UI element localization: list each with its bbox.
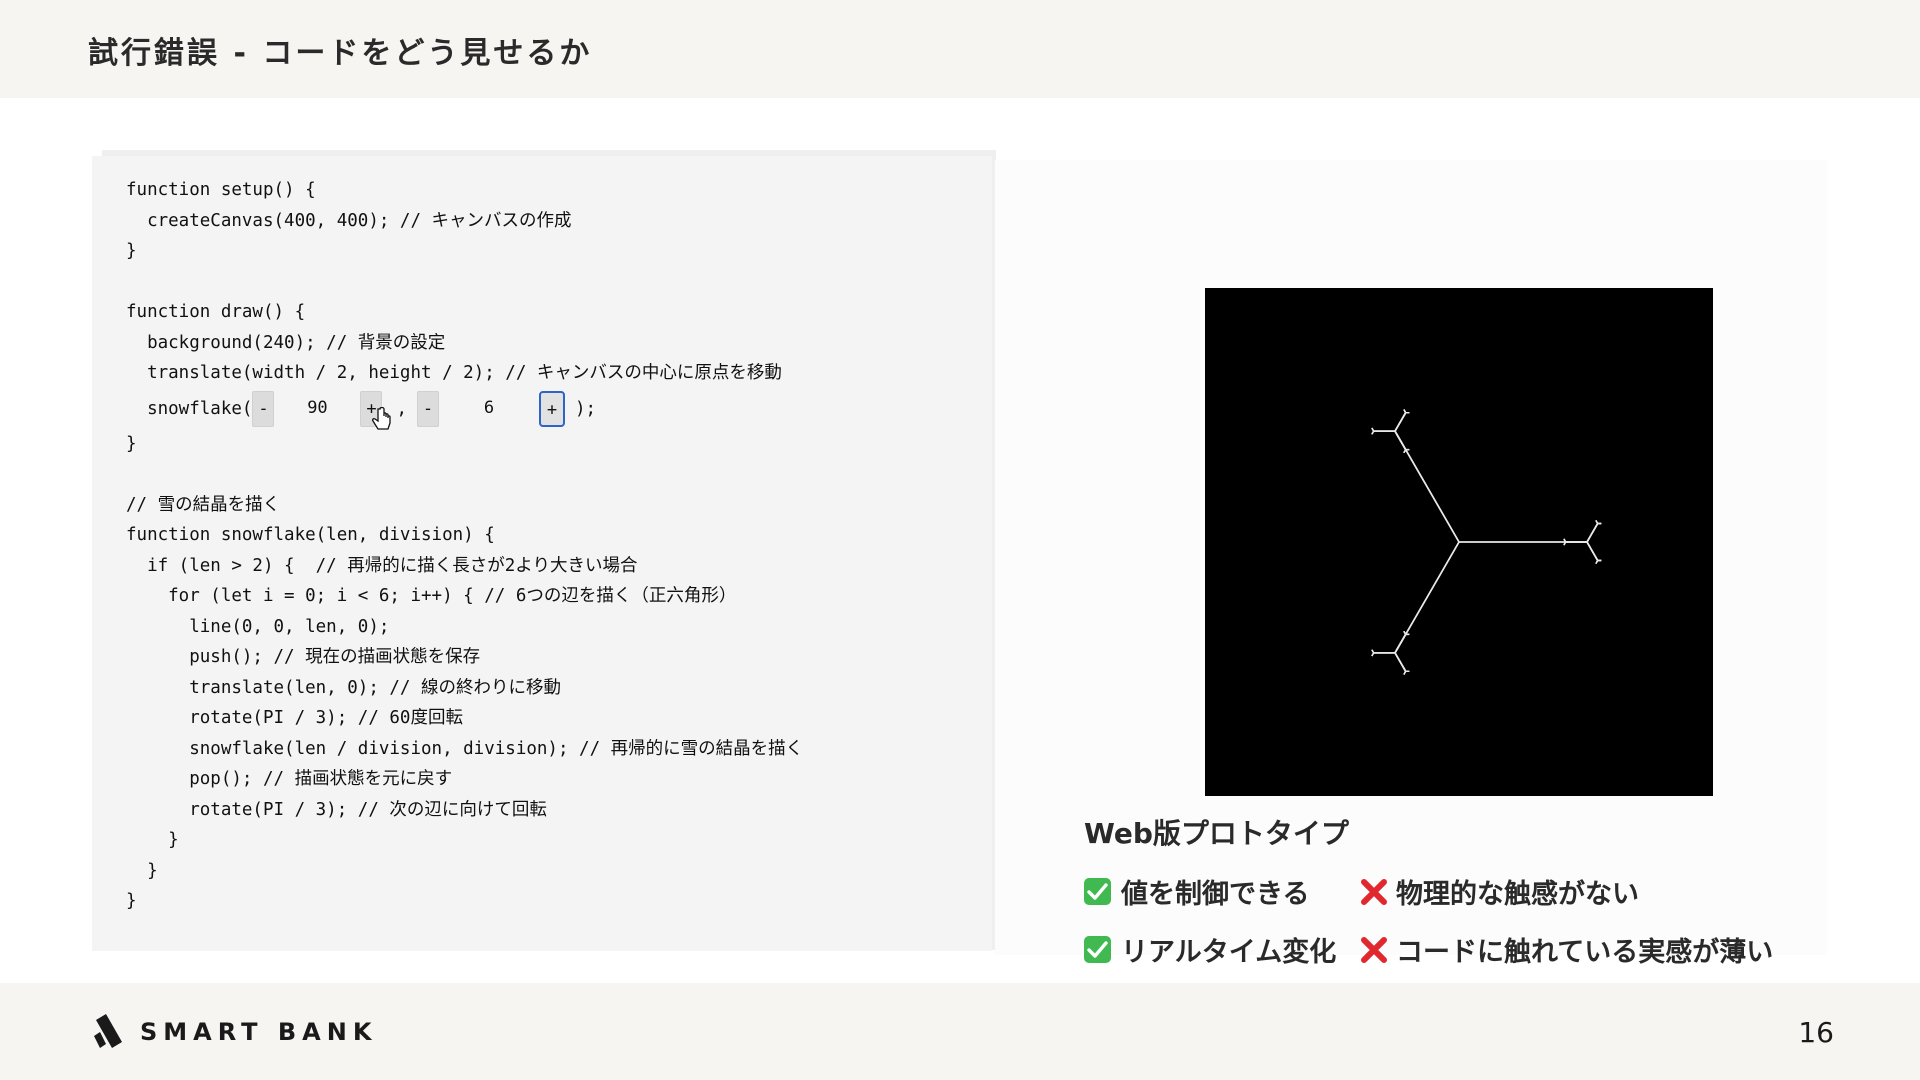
code-line: } — [126, 241, 137, 261]
code-line: } — [126, 860, 158, 881]
code-line: translate(len, 0); // 線の終わりに移動 — [126, 677, 562, 698]
division-increment-button[interactable]: + — [538, 390, 565, 427]
check-mark-icon — [1084, 936, 1111, 963]
code-line: } — [126, 891, 137, 911]
snowflake-call-line: snowflake(-90 +, -6 +); — [126, 389, 992, 430]
snowflake-line — [1371, 652, 1375, 657]
snowflake-line — [1595, 560, 1599, 564]
snowflake-drawing — [1371, 409, 1602, 675]
snowflake-line — [1371, 427, 1375, 432]
con-item: 物理的な触感がない — [1360, 872, 1639, 911]
snowflake-line — [1403, 667, 1407, 672]
code-separator: , — [396, 398, 407, 419]
code-line: rotate(PI / 3); // 次の辺に向けて回転 — [126, 799, 547, 820]
code-line: translate(width / 2, height / 2); // キャン… — [126, 363, 782, 383]
code-line: if (len > 2) { // 再帰的に描く長さが2より大きい場合 — [126, 555, 638, 576]
code-line: background(240); // 背景の設定 — [126, 332, 446, 353]
cross-mark-icon — [1360, 936, 1388, 964]
code-line: snowflake(len / division, division); // … — [126, 738, 804, 759]
code-line: function snowflake(len, division) { — [126, 525, 495, 545]
logo-mark-icon — [94, 1014, 122, 1048]
snowflake-line — [1403, 634, 1407, 638]
division-decrement-button[interactable]: - — [416, 390, 439, 427]
snowflake-line — [1595, 557, 1599, 561]
division-value: 6 — [483, 397, 495, 418]
pro-text: 値を制御できる — [1121, 879, 1310, 910]
snowflake-line — [1595, 520, 1599, 524]
code-line: } — [126, 830, 179, 850]
code-line: for (let i = 0; i < 6; i++) { // 6つの辺を描く… — [126, 586, 737, 606]
code-line: push(); // 現在の描画状態を保存 — [126, 647, 481, 667]
snowflake-line — [1403, 671, 1407, 675]
snowflake-line — [1403, 446, 1407, 450]
slide-header: 試行錯誤 - コードをどう見せるか — [0, 0, 1920, 98]
check-mark-icon — [1084, 878, 1111, 905]
code-line: pop(); // 描画状態を元に戻す — [126, 769, 453, 789]
cross-mark-icon — [1360, 878, 1388, 906]
code-line: function draw() { — [126, 302, 306, 322]
code-suffix: ); — [574, 398, 597, 419]
page-number: 16 — [1798, 1016, 1834, 1049]
len-value: 90 — [307, 397, 328, 418]
con-text: 物理的な触感がない — [1396, 879, 1639, 910]
pro-item: リアルタイム変化 — [1084, 930, 1336, 969]
code-line: // 雪の結晶を描く — [126, 494, 281, 515]
len-decrement-button[interactable]: - — [252, 390, 275, 427]
snowflake-line — [1371, 430, 1375, 435]
code-line: line(0, 0, len, 0); — [126, 616, 390, 637]
code-line: rotate(PI / 3); // 60度回転 — [126, 708, 463, 728]
snowflake-line — [1403, 449, 1407, 454]
snowflake-line — [1403, 630, 1407, 635]
snowflake-line — [1371, 649, 1375, 654]
con-item: コードに触れている実感が薄い — [1360, 930, 1773, 969]
code-text: snowflake( — [126, 398, 253, 419]
code-line: } — [126, 433, 137, 454]
con-text: コードに触れている実感が薄い — [1396, 937, 1774, 968]
snowflake-line — [1403, 409, 1407, 413]
code-editor-panel: function setup() { createCanvas(400, 400… — [92, 156, 992, 951]
slide-title: 試行錯誤 - コードをどう見せるか — [88, 36, 593, 71]
snowflake-line — [1595, 523, 1599, 527]
code-line: function setup() { — [126, 180, 316, 200]
prototype-caption: Web版プロトタイプ — [1084, 817, 1349, 850]
snowflake-line — [1403, 412, 1407, 417]
sketch-canvas — [1205, 288, 1713, 796]
pro-item: 値を制御できる — [1084, 872, 1309, 911]
code-line: createCanvas(400, 400); // キャンバスの作成 — [126, 210, 572, 231]
smartbank-logo: SMART BANK — [92, 1012, 377, 1052]
pro-text: リアルタイム変化 — [1121, 937, 1337, 968]
logo-text: SMART BANK — [140, 1018, 378, 1046]
